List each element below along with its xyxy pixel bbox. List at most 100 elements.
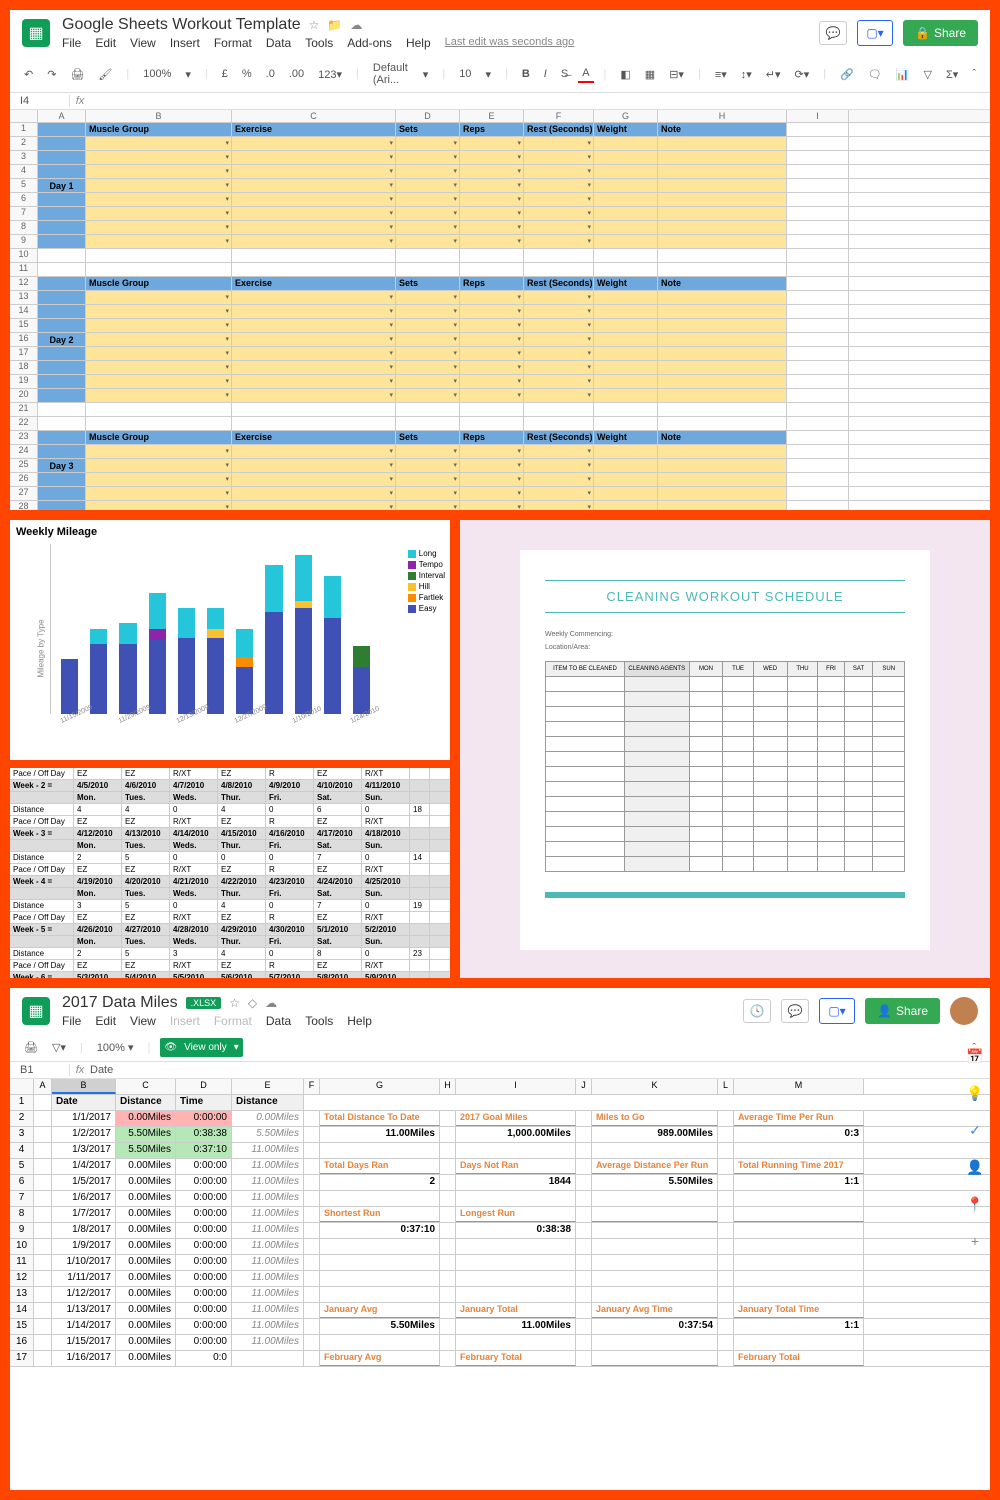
cell[interactable]: ▾ xyxy=(460,445,524,458)
cell[interactable] xyxy=(232,249,396,262)
cell[interactable] xyxy=(594,305,658,318)
cell[interactable] xyxy=(658,347,787,360)
sheets-logo-icon[interactable]: ▦ xyxy=(22,997,50,1025)
cloud-icon[interactable]: ☁ xyxy=(265,996,277,1010)
cell[interactable] xyxy=(658,249,787,262)
print-icon[interactable]: 🖨 xyxy=(20,1039,42,1056)
cell[interactable] xyxy=(524,403,594,416)
cell[interactable] xyxy=(594,389,658,402)
cell[interactable] xyxy=(594,333,658,346)
cell[interactable]: 4/12/2010 xyxy=(74,828,122,839)
cell[interactable] xyxy=(38,137,86,150)
comment-icon[interactable]: 🗨 xyxy=(864,66,886,83)
cell[interactable]: 4 xyxy=(218,900,266,911)
menu-view[interactable]: View xyxy=(130,36,156,50)
view-only-badge[interactable]: 👁 View only ▾ xyxy=(160,1038,242,1057)
cell[interactable] xyxy=(594,375,658,388)
cell[interactable] xyxy=(524,249,594,262)
cell[interactable]: R xyxy=(266,960,314,971)
cell[interactable]: 4 xyxy=(74,804,122,815)
cell[interactable] xyxy=(787,445,849,458)
cell[interactable]: Weds. xyxy=(170,840,218,851)
cell[interactable]: ▾ xyxy=(86,347,232,360)
menu-file[interactable]: File xyxy=(62,1014,81,1028)
cell[interactable]: 0 xyxy=(170,900,218,911)
cell[interactable]: 4/11/2010 xyxy=(362,780,410,791)
cell[interactable] xyxy=(658,235,787,248)
cell[interactable]: 5/6/2010 xyxy=(218,972,266,978)
cell[interactable]: Distance xyxy=(10,900,74,911)
cell[interactable]: Reps xyxy=(460,123,524,136)
cell[interactable] xyxy=(787,305,849,318)
cell[interactable] xyxy=(594,263,658,276)
col-header[interactable]: I xyxy=(787,110,849,122)
menu-help[interactable]: Help xyxy=(406,36,431,50)
cell[interactable]: ▾ xyxy=(86,305,232,318)
add-icon[interactable]: + xyxy=(971,1233,979,1249)
cell[interactable] xyxy=(787,431,849,444)
cell[interactable]: ▾ xyxy=(86,319,232,332)
cell[interactable] xyxy=(594,291,658,304)
cell[interactable]: ▾ xyxy=(86,501,232,510)
cell[interactable]: ▾ xyxy=(86,179,232,192)
cell[interactable]: 7 xyxy=(314,900,362,911)
cell[interactable]: ▾ xyxy=(396,305,460,318)
cell[interactable]: 5/3/2010 xyxy=(74,972,122,978)
cell[interactable]: Weight xyxy=(594,123,658,136)
cell[interactable] xyxy=(410,828,430,839)
cell[interactable] xyxy=(787,123,849,136)
cell[interactable]: ▾ xyxy=(460,221,524,234)
cell[interactable]: Week - 3 = xyxy=(10,828,74,839)
cell[interactable]: Mon. xyxy=(74,888,122,899)
cell[interactable]: 0 xyxy=(362,804,410,815)
functions-icon[interactable]: Σ▾ xyxy=(942,66,962,83)
cell[interactable]: EZ xyxy=(122,960,170,971)
cell[interactable]: 4/15/2010 xyxy=(218,828,266,839)
cell[interactable]: 0 xyxy=(362,852,410,863)
menu-insert[interactable]: Insert xyxy=(170,36,200,50)
cell[interactable]: 4/24/2010 xyxy=(314,876,362,887)
cell[interactable] xyxy=(594,417,658,430)
cell[interactable]: Pace / Off Day xyxy=(10,768,74,779)
cell[interactable] xyxy=(38,291,86,304)
cell[interactable] xyxy=(787,375,849,388)
print-icon[interactable]: 🖨 xyxy=(66,66,88,83)
sheets-logo-icon[interactable]: ▦ xyxy=(22,19,50,47)
undo-icon[interactable]: ↶ xyxy=(20,66,37,83)
cell[interactable] xyxy=(460,403,524,416)
cell[interactable] xyxy=(658,165,787,178)
cell[interactable] xyxy=(594,137,658,150)
cell[interactable]: 4/25/2010 xyxy=(362,876,410,887)
cell[interactable]: R/XT xyxy=(170,912,218,923)
cell[interactable]: 4/27/2010 xyxy=(122,924,170,935)
cell[interactable]: 4/9/2010 xyxy=(266,780,314,791)
cell[interactable]: ▾ xyxy=(232,165,396,178)
cell[interactable] xyxy=(86,263,232,276)
cell[interactable]: Week - 5 = xyxy=(10,924,74,935)
cell[interactable]: ▾ xyxy=(86,235,232,248)
cell[interactable] xyxy=(787,319,849,332)
cell[interactable] xyxy=(658,403,787,416)
cell[interactable] xyxy=(787,459,849,472)
cell[interactable]: ▾ xyxy=(396,361,460,374)
cell[interactable]: ▾ xyxy=(86,361,232,374)
cell[interactable]: 3 xyxy=(170,948,218,959)
cell[interactable]: 4/6/2010 xyxy=(122,780,170,791)
cell[interactable]: EZ xyxy=(122,912,170,923)
cell[interactable] xyxy=(658,305,787,318)
cell[interactable]: ▾ xyxy=(232,333,396,346)
cell[interactable] xyxy=(787,501,849,510)
cell[interactable] xyxy=(410,792,430,803)
link-icon[interactable]: 🔗 xyxy=(836,66,858,83)
cell[interactable] xyxy=(594,221,658,234)
cell[interactable] xyxy=(594,501,658,510)
cell[interactable] xyxy=(38,151,86,164)
chart-icon[interactable]: 📊 xyxy=(892,66,914,83)
cell[interactable]: Sun. xyxy=(362,792,410,803)
cell[interactable]: ▾ xyxy=(460,165,524,178)
cell[interactable]: EZ xyxy=(218,912,266,923)
cell[interactable]: ▾ xyxy=(232,151,396,164)
cell[interactable]: 0 xyxy=(170,804,218,815)
cell[interactable] xyxy=(10,840,74,851)
cell[interactable]: ▾ xyxy=(460,501,524,510)
